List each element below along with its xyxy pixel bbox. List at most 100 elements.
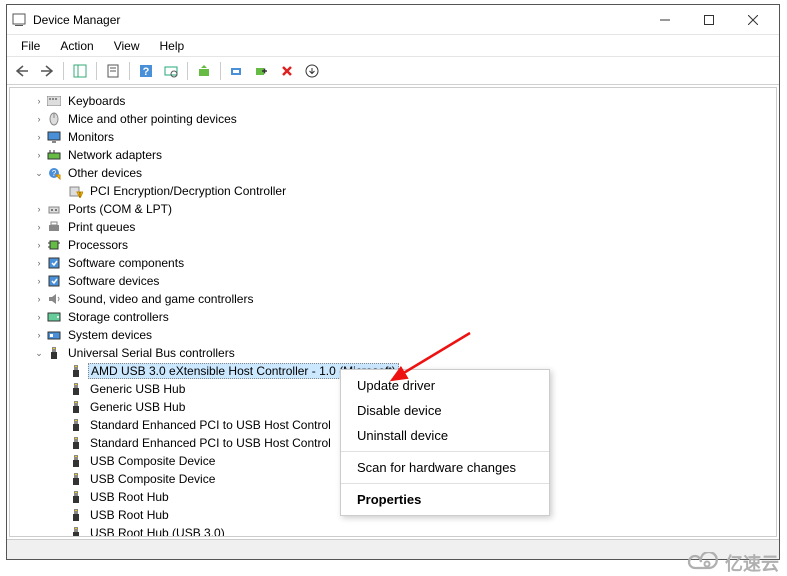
expand-arrow[interactable]: ›: [32, 256, 46, 270]
titlebar: Device Manager: [7, 5, 779, 35]
expand-arrow[interactable]: ›: [32, 202, 46, 216]
app-icon: [11, 12, 27, 28]
device-label: Generic USB Hub: [88, 382, 187, 396]
device-label: Standard Enhanced PCI to USB Host Contro…: [88, 436, 333, 450]
usb-icon: [68, 399, 84, 415]
expand-arrow[interactable]: [54, 418, 68, 432]
update-driver-button[interactable]: [193, 60, 215, 82]
menu-help[interactable]: Help: [150, 37, 195, 55]
expand-arrow[interactable]: ›: [32, 238, 46, 252]
device-label: System devices: [66, 328, 154, 342]
menu-action[interactable]: Action: [50, 37, 103, 55]
context-scan-hardware[interactable]: Scan for hardware changes: [341, 455, 549, 480]
monitor-icon: [46, 129, 62, 145]
network-icon: [46, 147, 62, 163]
usb-icon: [68, 363, 84, 379]
expand-arrow[interactable]: ⌄: [32, 346, 46, 360]
minimize-button[interactable]: [643, 6, 687, 34]
device-category[interactable]: ›Sound, video and game controllers: [10, 290, 776, 308]
back-button[interactable]: [11, 60, 33, 82]
audio-icon: [46, 291, 62, 307]
mouse-icon: [46, 111, 62, 127]
expand-arrow[interactable]: [54, 490, 68, 504]
expand-arrow[interactable]: ›: [32, 148, 46, 162]
device-label: Other devices: [66, 166, 144, 180]
show-hide-tree-button[interactable]: [69, 60, 91, 82]
device-category[interactable]: › Ports (COM & LPT): [10, 200, 776, 218]
disable-button[interactable]: [251, 60, 273, 82]
menu-view[interactable]: View: [104, 37, 150, 55]
expand-arrow[interactable]: ›: [32, 274, 46, 288]
device-category[interactable]: ›Storage controllers: [10, 308, 776, 326]
printer-icon: [46, 219, 62, 235]
expand-arrow[interactable]: [54, 454, 68, 468]
expand-arrow[interactable]: [54, 364, 68, 378]
software-icon: [46, 273, 62, 289]
expand-arrow[interactable]: [54, 508, 68, 522]
expand-arrow[interactable]: ›: [32, 310, 46, 324]
toolbar-separator: [63, 62, 64, 80]
device-category[interactable]: › Software components: [10, 254, 776, 272]
expand-arrow[interactable]: ›: [32, 112, 46, 126]
expand-arrow[interactable]: ⌄: [32, 166, 46, 180]
context-uninstall-device[interactable]: Uninstall device: [341, 423, 549, 448]
warning-icon: ?: [46, 165, 62, 181]
device-label: Keyboards: [66, 94, 127, 108]
context-disable-device[interactable]: Disable device: [341, 398, 549, 423]
scan-hardware-button[interactable]: [160, 60, 182, 82]
device-category[interactable]: ›Print queues: [10, 218, 776, 236]
expand-arrow[interactable]: [54, 526, 68, 537]
expand-arrow[interactable]: [54, 436, 68, 450]
software-icon: [46, 255, 62, 271]
toolbar-separator: [220, 62, 221, 80]
device-label: USB Composite Device: [88, 454, 217, 468]
toolbar-separator: [96, 62, 97, 80]
device-category[interactable]: ›Monitors: [10, 128, 776, 146]
down-button[interactable]: [301, 60, 323, 82]
device-category[interactable]: ⌄ Universal Serial Bus controllers: [10, 344, 776, 362]
toolbar: ?: [7, 57, 779, 85]
expand-arrow[interactable]: ›: [32, 130, 46, 144]
device-label: Generic USB Hub: [88, 400, 187, 414]
expand-arrow[interactable]: [54, 472, 68, 486]
watermark: 亿速云: [687, 550, 779, 576]
svg-text:?: ?: [143, 66, 150, 78]
device-category[interactable]: ⌄? Other devices: [10, 164, 776, 182]
system-icon: [46, 327, 62, 343]
context-menu: Update driver Disable device Uninstall d…: [340, 369, 550, 516]
svg-text:!: !: [79, 192, 81, 198]
legacy-hardware-button[interactable]: [226, 60, 248, 82]
context-separator: [341, 451, 549, 452]
menu-file[interactable]: File: [11, 37, 50, 55]
expand-arrow[interactable]: [54, 400, 68, 414]
context-properties[interactable]: Properties: [341, 487, 549, 512]
device-item[interactable]: !PCI Encryption/Decryption Controller: [10, 182, 776, 200]
usb-icon: [68, 381, 84, 397]
expand-arrow[interactable]: [54, 382, 68, 396]
usb-icon: [68, 417, 84, 433]
close-button[interactable]: [731, 6, 775, 34]
device-item[interactable]: USB Root Hub (USB 3.0): [10, 524, 776, 537]
expand-arrow[interactable]: ›: [32, 328, 46, 342]
expand-arrow[interactable]: ›: [32, 94, 46, 108]
device-category[interactable]: › Network adapters: [10, 146, 776, 164]
forward-button[interactable]: [36, 60, 58, 82]
device-label: Network adapters: [66, 148, 164, 162]
context-update-driver[interactable]: Update driver: [341, 373, 549, 398]
device-label: USB Root Hub (USB 3.0): [88, 526, 227, 537]
device-label: Software components: [66, 256, 186, 270]
device-label: Ports (COM & LPT): [66, 202, 174, 216]
expand-arrow[interactable]: ›: [32, 220, 46, 234]
device-label: Universal Serial Bus controllers: [66, 346, 237, 360]
device-category[interactable]: ›Mice and other pointing devices: [10, 110, 776, 128]
help-button[interactable]: ?: [135, 60, 157, 82]
device-category[interactable]: › Keyboards: [10, 92, 776, 110]
device-category[interactable]: ›Processors: [10, 236, 776, 254]
properties-button[interactable]: [102, 60, 124, 82]
uninstall-button[interactable]: [276, 60, 298, 82]
expand-arrow[interactable]: [54, 184, 68, 198]
maximize-button[interactable]: [687, 6, 731, 34]
expand-arrow[interactable]: ›: [32, 292, 46, 306]
device-category[interactable]: › System devices: [10, 326, 776, 344]
device-category[interactable]: ›Software devices: [10, 272, 776, 290]
